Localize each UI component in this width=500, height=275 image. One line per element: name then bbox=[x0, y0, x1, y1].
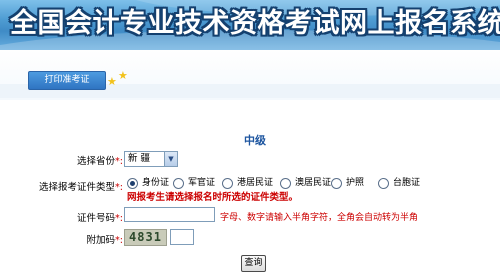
id-number-label: 证件号码*: bbox=[3, 210, 123, 224]
radio-button[interactable] bbox=[280, 178, 291, 189]
radio-button[interactable] bbox=[378, 178, 389, 189]
radio-label: 护照 bbox=[346, 178, 365, 188]
province-select[interactable]: 新 疆 ▼ bbox=[124, 151, 178, 167]
id-number-input[interactable] bbox=[124, 207, 215, 222]
province-label: 选择省份*: bbox=[3, 153, 123, 167]
radio-button[interactable] bbox=[222, 178, 233, 189]
province-selected-value: 新 疆 bbox=[128, 153, 151, 164]
radio-button[interactable] bbox=[173, 178, 184, 189]
captcha-input[interactable] bbox=[170, 229, 194, 245]
required-mark: *: bbox=[115, 156, 123, 167]
star-icon: ★ bbox=[118, 69, 128, 82]
radio-button[interactable] bbox=[127, 178, 138, 189]
radio-label: 身份证 bbox=[142, 178, 170, 188]
province-label-text: 选择省份 bbox=[77, 156, 116, 167]
id-type-radio-group: 身份证 军官证 港居民证 澳居民证 护照 台胞证 bbox=[127, 176, 499, 190]
query-button[interactable]: 查询 bbox=[241, 255, 266, 272]
required-mark: *: bbox=[115, 213, 123, 224]
id-number-label-text: 证件号码 bbox=[77, 213, 116, 224]
chevron-down-icon[interactable]: ▼ bbox=[164, 152, 177, 166]
radio-button[interactable] bbox=[331, 178, 342, 189]
site-title: 全国会计专业技术资格考试网上报名系统 bbox=[10, 8, 500, 39]
captcha-label: 附加码*: bbox=[3, 232, 123, 246]
radio-label: 台胞证 bbox=[393, 178, 421, 188]
header-banner: 全国会计专业技术资格考试网上报名系统 bbox=[0, 0, 500, 50]
radio-label: 港居民证 bbox=[237, 178, 274, 188]
captcha-image[interactable]: 4831 bbox=[124, 229, 167, 246]
captcha-label-text: 附加码 bbox=[86, 235, 116, 246]
id-type-label-text: 选择报考证件类型 bbox=[39, 182, 116, 193]
star-icon: ★ bbox=[107, 75, 117, 88]
exam-level-title: 中级 bbox=[244, 134, 266, 147]
required-mark: *: bbox=[115, 235, 123, 246]
captcha-code: 4831 bbox=[129, 230, 162, 244]
radio-label: 澳居民证 bbox=[295, 178, 332, 188]
required-mark: *: bbox=[115, 182, 123, 193]
id-type-warning: 网报考生请选择报名时所选的证件类型。 bbox=[127, 192, 299, 203]
tab-print-admission-ticket[interactable]: 打印准考证 bbox=[28, 71, 106, 90]
id-number-hint: 字母、数字请输入半角字符，全角会自动转为半角 bbox=[220, 213, 419, 223]
radio-label: 军官证 bbox=[188, 178, 216, 188]
id-type-label: 选择报考证件类型*: bbox=[3, 179, 123, 193]
